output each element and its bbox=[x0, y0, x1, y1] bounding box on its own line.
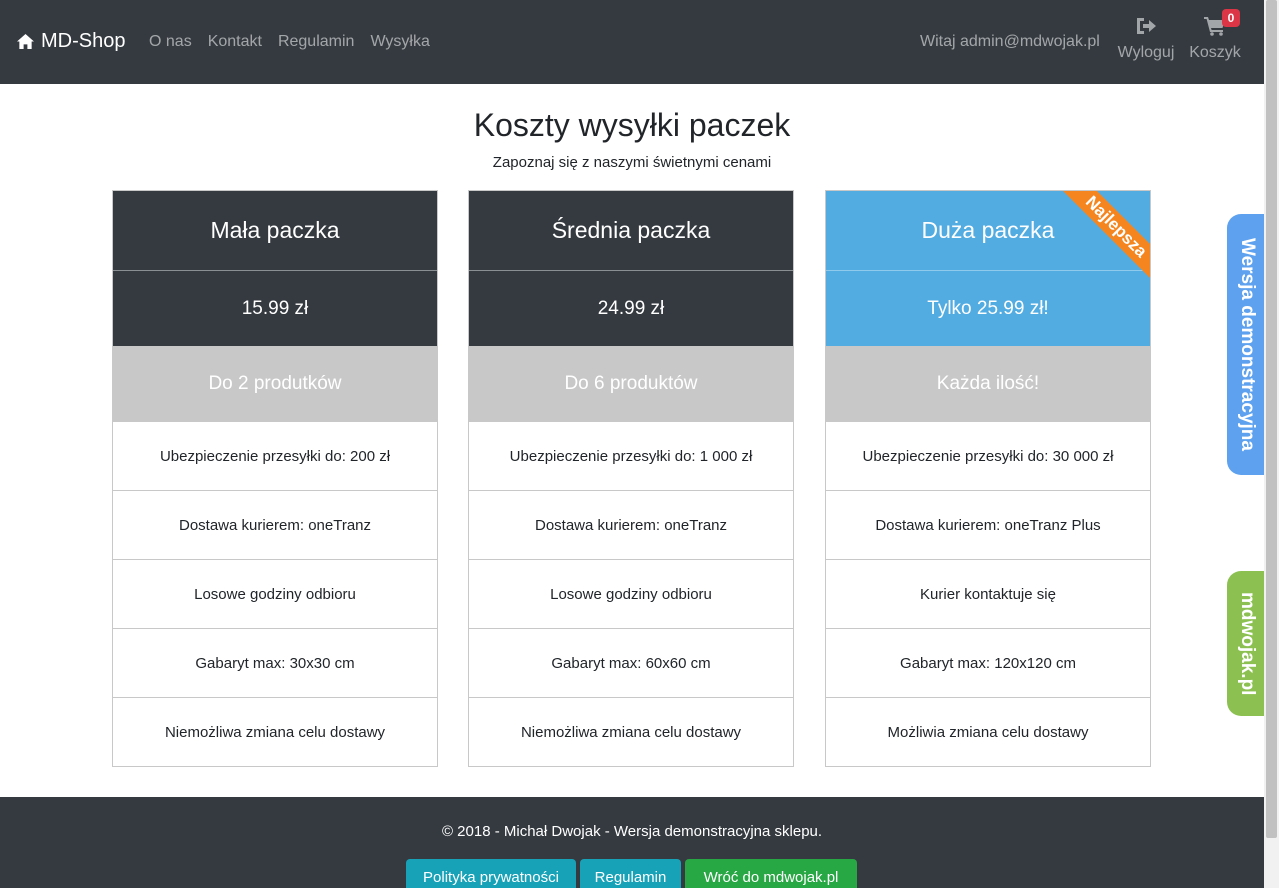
plan-feature: Ubezpieczenie przesyłki do: 30 000 zł bbox=[826, 421, 1150, 490]
site-link-label: mdwojak.pl bbox=[1237, 591, 1258, 696]
plan-feature: Dostawa kurierem: oneTranz Plus bbox=[826, 490, 1150, 559]
plan-limit: Do 6 produktów bbox=[469, 346, 793, 421]
plan-feature: Kurier kontaktuje się bbox=[826, 559, 1150, 628]
plan-feature: Ubezpieczenie przesyłki do: 200 zł bbox=[113, 421, 437, 490]
nav-link-terms[interactable]: Regulamin bbox=[278, 33, 354, 51]
site-link-tab[interactable]: mdwojak.pl bbox=[1227, 571, 1267, 716]
nav-link-about[interactable]: O nas bbox=[149, 33, 192, 51]
plan-limit: Do 2 produtków bbox=[113, 346, 437, 421]
plan-name: Średnia paczka bbox=[469, 191, 793, 271]
plan-feature: Gabaryt max: 120x120 cm bbox=[826, 628, 1150, 697]
plan-feature: Możliwia zmiana celu dostawy bbox=[826, 697, 1150, 766]
page-subtitle: Zapoznaj się z naszymi świetnymi cenami bbox=[492, 154, 772, 171]
sign-out-icon bbox=[1137, 18, 1156, 34]
cart-label: Koszyk bbox=[1189, 44, 1241, 61]
plan-feature: Ubezpieczenie przesyłki do: 1 000 zł bbox=[469, 421, 793, 490]
plan-feature: Gabaryt max: 30x30 cm bbox=[113, 628, 437, 697]
cart-count-badge: 0 bbox=[1222, 9, 1240, 27]
nav-link-contact[interactable]: Kontakt bbox=[208, 33, 262, 51]
plan-feature: Niemożliwa zmiana celu dostawy bbox=[469, 697, 793, 766]
plan-price: 24.99 zł bbox=[469, 271, 793, 346]
pricing-card-medium: Średnia paczka 24.99 zł Do 6 produktów U… bbox=[468, 190, 794, 767]
scrollbar[interactable] bbox=[1264, 0, 1279, 888]
back-to-site-button[interactable]: Wróć do mdwojak.pl bbox=[685, 859, 857, 888]
plan-feature: Dostawa kurierem: oneTranz bbox=[469, 490, 793, 559]
cart-button[interactable]: 0 Koszyk bbox=[1189, 9, 1241, 62]
brand-link[interactable]: MD-Shop bbox=[16, 30, 125, 53]
footer: © 2018 - Michał Dwojak - Wersja demonstr… bbox=[0, 797, 1264, 888]
plan-feature: Dostawa kurierem: oneTranz bbox=[113, 490, 437, 559]
demo-version-label: Wersja demonstracyjna bbox=[1237, 238, 1258, 451]
logout-label: Wyloguj bbox=[1117, 44, 1175, 61]
nav-link-shipping[interactable]: Wysyłka bbox=[370, 33, 429, 51]
plan-price: Tylko 25.99 zł! bbox=[826, 271, 1150, 346]
pricing-card-small: Mała paczka 15.99 zł Do 2 produtków Ubez… bbox=[112, 190, 438, 767]
scrollbar-thumb[interactable] bbox=[1266, 0, 1277, 838]
plan-feature: Gabaryt max: 60x60 cm bbox=[469, 628, 793, 697]
pricing-card-large: Duża paczka Tylko 25.99 zł! Każda ilość!… bbox=[825, 190, 1151, 767]
plan-feature: Losowe godziny odbioru bbox=[469, 559, 793, 628]
plan-price: 15.99 zł bbox=[113, 271, 437, 346]
welcome-text: Witaj admin@mdwojak.pl bbox=[920, 33, 1100, 50]
plan-feature: Losowe godziny odbioru bbox=[113, 559, 437, 628]
plan-name: Mała paczka bbox=[113, 191, 437, 271]
terms-button[interactable]: Regulamin bbox=[580, 859, 681, 888]
demo-version-tab[interactable]: Wersja demonstracyjna bbox=[1227, 214, 1267, 475]
privacy-policy-button[interactable]: Polityka prywatności bbox=[406, 859, 576, 888]
page-title: Koszty wysyłki paczek bbox=[473, 107, 791, 143]
nav-links: O nas Kontakt Regulamin Wysyłka bbox=[149, 33, 430, 51]
navbar: MD-Shop O nas Kontakt Regulamin Wysyłka … bbox=[0, 0, 1264, 84]
logout-button[interactable]: Wyloguj bbox=[1116, 16, 1176, 62]
plan-limit: Każda ilość! bbox=[826, 346, 1150, 421]
brand-name: MD-Shop bbox=[41, 30, 126, 52]
footer-copyright: © 2018 - Michał Dwojak - Wersja demonstr… bbox=[441, 823, 823, 840]
plan-feature: Niemożliwa zmiana celu dostawy bbox=[113, 697, 437, 766]
home-icon bbox=[17, 33, 34, 50]
